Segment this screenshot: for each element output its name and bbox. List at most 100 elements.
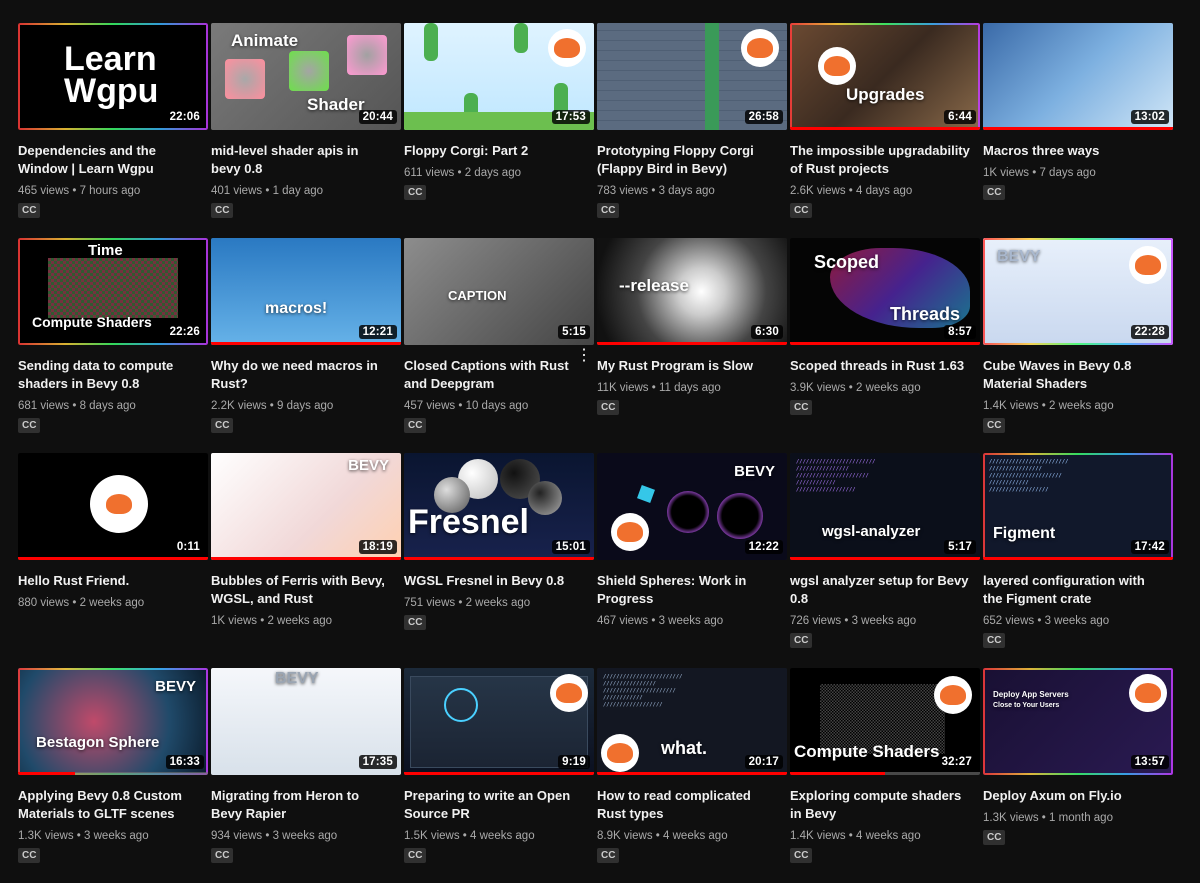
video-thumbnail[interactable]: BEVY 17:35 — [211, 668, 401, 775]
video-card[interactable]: BEVYBestagon Sphere16:33 Applying Bevy 0.… — [18, 668, 208, 883]
video-thumbnail[interactable]: BEVY 18:19 — [211, 453, 401, 560]
video-thumbnail[interactable]: //////////////////////// ///////////////… — [790, 453, 980, 560]
video-thumbnail[interactable]: //////////////////////// ///////////////… — [983, 453, 1173, 560]
video-title[interactable]: Why do we need macros in Rust? — [211, 357, 391, 393]
upload-age: 2 weeks ago — [856, 382, 921, 394]
video-card[interactable]: BEVY22:28 Cube Waves in Bevy 0.8 Material… — [983, 238, 1173, 453]
video-title[interactable]: The impossible upgradability of Rust pro… — [790, 142, 970, 178]
video-title[interactable]: Hello Rust Friend. — [18, 572, 198, 590]
video-card[interactable]: BEVY 12:22 Shield Spheres: Work in Progres… — [597, 453, 787, 668]
video-card[interactable]: //////////////////////// ///////////////… — [790, 453, 980, 668]
video-thumbnail[interactable]: Fresnel 15:01 — [404, 453, 594, 560]
video-thumbnail[interactable]: 17:53 — [404, 23, 594, 130]
video-title[interactable]: Shield Spheres: Work in Progress — [597, 572, 777, 608]
video-card[interactable]: 0:11 Hello Rust Friend. 880 views • 2 week… — [18, 453, 208, 668]
view-count: 681 views — [18, 400, 70, 412]
video-title[interactable]: Cube Waves in Bevy 0.8 Material Shaders — [983, 357, 1163, 393]
video-card[interactable]: Deploy App ServersClose to Your Users13:… — [983, 668, 1173, 883]
meta-separator: • — [455, 400, 466, 412]
video-thumbnail[interactable]: Compute Shaders 32:27 — [790, 668, 980, 775]
video-title[interactable]: WGSL Fresnel in Bevy 0.8 — [404, 572, 584, 590]
video-meta: 652 views • 3 weeks ago — [983, 614, 1173, 628]
video-card[interactable]: CAPTION 5:15 Closed Captions with Rust and… — [404, 238, 594, 453]
video-title[interactable]: Applying Bevy 0.8 Custom Materials to GL… — [18, 787, 198, 823]
video-card[interactable]: 17:53 Floppy Corgi: Part 2 611 views • 2 d… — [404, 23, 594, 238]
video-card[interactable]: BEVY 17:35 Migrating from Heron to Bevy Ra… — [211, 668, 401, 883]
video-card[interactable]: //////////////////////// ///////////////… — [983, 453, 1173, 668]
video-meta: 611 views • 2 days ago — [404, 166, 594, 180]
video-duration: 0:11 — [172, 540, 204, 554]
upload-age: 3 weeks ago — [1044, 615, 1110, 627]
video-title[interactable]: Bubbles of Ferris with Bevy, WGSL, and R… — [211, 572, 391, 608]
video-thumbnail[interactable]: --release 6:30 — [597, 238, 787, 345]
video-thumbnail[interactable]: Deploy App ServersClose to Your Users13:… — [983, 668, 1173, 775]
video-thumbnail[interactable]: 13:02 — [983, 23, 1173, 130]
view-count: 751 views — [404, 597, 456, 609]
video-card[interactable]: 26:58 Prototyping Floppy Corgi (Flappy Bi… — [597, 23, 787, 238]
video-card[interactable]: Scoped Threads 8:57 Scoped threads in Rust … — [790, 238, 980, 453]
upload-age: 3 weeks ago — [851, 615, 917, 627]
video-title[interactable]: Sending data to compute shaders in Bevy … — [18, 357, 198, 393]
video-title[interactable]: Prototyping Floppy Corgi (Flappy Bird in… — [597, 142, 777, 178]
video-title[interactable]: layered configuration with the Figment c… — [983, 572, 1163, 608]
video-card[interactable]: //////////////////////// ///////////////… — [597, 668, 787, 883]
video-thumbnail[interactable]: BEVY22:28 — [983, 238, 1173, 345]
video-title[interactable]: Scoped threads in Rust 1.63 — [790, 357, 970, 375]
video-card[interactable]: 13:02 Macros three ways 1K views • 7 days … — [983, 23, 1173, 238]
video-thumbnail[interactable]: macros! 12:21 — [211, 238, 401, 345]
upload-age: 9 days ago — [277, 400, 334, 412]
video-card[interactable]: --release 6:30 My Rust Program is Slow 11K … — [597, 238, 787, 453]
closed-captions-badge: CC — [790, 203, 813, 218]
video-thumbnail[interactable]: Upgrades6:44 — [790, 23, 980, 130]
watch-progress-bar — [597, 342, 787, 345]
video-title[interactable]: mid-level shader apis in bevy 0.8 — [211, 142, 391, 178]
video-card[interactable]: Upgrades6:44 The impossible upgradability… — [790, 23, 980, 238]
video-meta: 11K views • 11 days ago — [597, 381, 787, 395]
video-card[interactable]: Animate Shader 20:44 mid-level shader apis … — [211, 23, 401, 238]
video-thumbnail[interactable]: //////////////////////// ///////////////… — [597, 668, 787, 775]
meta-separator: • — [845, 185, 857, 197]
video-thumbnail[interactable]: 9:19 — [404, 668, 594, 775]
video-thumbnail[interactable]: 0:11 — [18, 453, 208, 560]
video-card[interactable]: macros! 12:21 Why do we need macros in Rus… — [211, 238, 401, 453]
video-thumbnail[interactable]: Scoped Threads 8:57 — [790, 238, 980, 345]
video-thumbnail[interactable]: Learn Wgpu22:06 — [18, 23, 208, 130]
video-title[interactable]: Preparing to write an Open Source PR — [404, 787, 584, 823]
video-duration: 6:44 — [944, 110, 976, 124]
closed-captions-badge: CC — [790, 400, 813, 415]
video-thumbnail[interactable]: 26:58 — [597, 23, 787, 130]
video-thumbnail[interactable]: TimeCompute Shaders22:26 — [18, 238, 208, 345]
closed-captions-badge: CC — [211, 848, 234, 863]
meta-separator: • — [1029, 167, 1040, 179]
view-count: 880 views — [18, 597, 70, 609]
video-title[interactable]: wgsl analyzer setup for Bevy 0.8 — [790, 572, 970, 608]
video-card[interactable]: 9:19 Preparing to write an Open Source PR… — [404, 668, 594, 883]
video-title[interactable]: How to read complicated Rust types — [597, 787, 777, 823]
video-card[interactable]: Learn Wgpu22:06 Dependencies and the Wind… — [18, 23, 208, 238]
video-card[interactable]: BEVY 18:19 Bubbles of Ferris with Bevy, WG… — [211, 453, 401, 668]
video-title[interactable]: Floppy Corgi: Part 2 — [404, 142, 584, 160]
upload-age: 10 days ago — [465, 400, 529, 412]
closed-captions-badge: CC — [597, 848, 620, 863]
video-duration: 5:15 — [558, 325, 590, 339]
video-title[interactable]: Deploy Axum on Fly.io — [983, 787, 1163, 805]
video-title[interactable]: Exploring compute shaders in Bevy — [790, 787, 970, 823]
video-thumbnail[interactable]: BEVY 12:22 — [597, 453, 787, 560]
video-thumbnail[interactable]: Animate Shader 20:44 — [211, 23, 401, 130]
video-title[interactable]: My Rust Program is Slow — [597, 357, 777, 375]
video-card[interactable]: Compute Shaders 32:27 Exploring compute sh… — [790, 668, 980, 883]
meta-separator: • — [648, 382, 659, 394]
more-options-icon[interactable]: ⋮ — [576, 348, 592, 364]
video-title[interactable]: Macros three ways — [983, 142, 1163, 160]
video-title[interactable]: Closed Captions with Rust and Deepgram — [404, 357, 584, 393]
video-card[interactable]: TimeCompute Shaders22:26 Sending data to … — [18, 238, 208, 453]
video-thumbnail[interactable]: BEVYBestagon Sphere16:33 — [18, 668, 208, 775]
upload-age: 7 hours ago — [79, 185, 141, 197]
video-thumbnail[interactable]: CAPTION 5:15 — [404, 238, 594, 345]
video-title[interactable]: Dependencies and the Window | Learn Wgpu — [18, 142, 198, 178]
video-title[interactable]: Migrating from Heron to Bevy Rapier — [211, 787, 391, 823]
view-count: 1.4K views — [790, 830, 846, 842]
meta-separator: • — [652, 830, 664, 842]
watch-progress-bar — [18, 772, 75, 775]
video-card[interactable]: Fresnel 15:01 WGSL Fresnel in Bevy 0.8 751 … — [404, 453, 594, 668]
